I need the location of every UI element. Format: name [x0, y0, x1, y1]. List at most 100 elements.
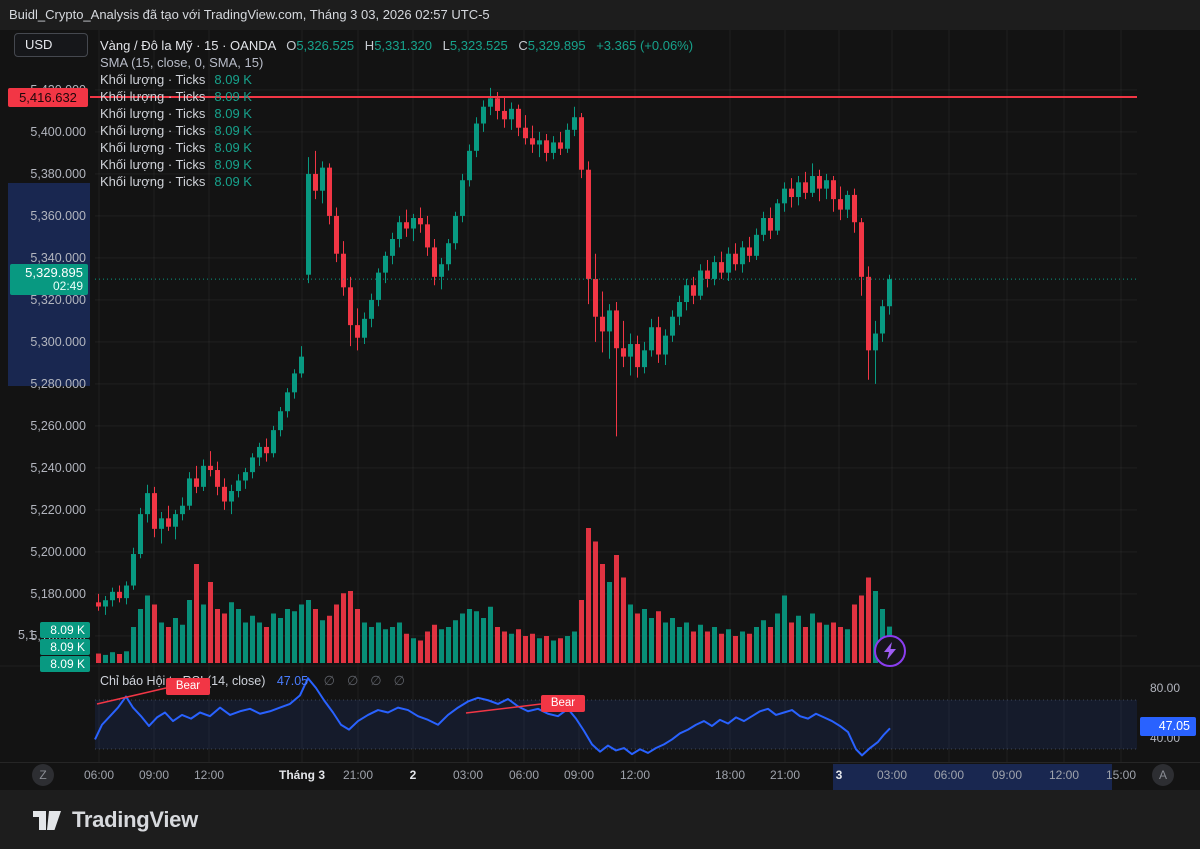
candle-body — [376, 273, 381, 300]
price-axis-label: 5,220.000 — [0, 502, 86, 518]
bear-label[interactable]: Bear — [166, 678, 210, 695]
volume-legend-row[interactable]: Khối lượng · Ticks8.09 K — [100, 122, 693, 139]
volume-legend-row[interactable]: Khối lượng · Ticks8.09 K — [100, 156, 693, 173]
volume-legend-row[interactable]: Khối lượng · Ticks8.09 K — [100, 139, 693, 156]
volume-legend-value: 8.09 K — [214, 106, 252, 121]
candle-body — [824, 180, 829, 188]
symbol-row[interactable]: Vàng / Đô la Mỹ · 15 · OANDA O5,326.525 … — [100, 37, 693, 54]
lightning-icon — [883, 642, 897, 660]
rsi-axis-label-80: 80.00 — [1150, 681, 1180, 695]
tradingview-snapshot: Buidl_Crypto_Analysis đã tạo với Trading… — [0, 0, 1200, 849]
volume-bar — [838, 627, 843, 663]
volume-bar — [439, 629, 444, 663]
time-axis[interactable]: 06:0009:0012:00Tháng 321:00203:0006:0009… — [0, 762, 1200, 789]
candle-body — [817, 176, 822, 189]
volume-bar — [397, 623, 402, 664]
volume-bar — [138, 609, 143, 663]
volume-bar — [404, 634, 409, 663]
volume-bar — [418, 641, 423, 664]
volume-legend-row[interactable]: Khối lượng · Ticks8.09 K — [100, 88, 693, 105]
volume-bar — [866, 578, 871, 664]
candle-body — [747, 247, 752, 255]
auto-scale-button[interactable]: A — [1152, 764, 1174, 786]
volume-legend-label: Khối lượng · Ticks — [100, 174, 205, 189]
volume-bar — [852, 605, 857, 664]
rsi-value: 47.05 — [277, 674, 308, 688]
volume-bar — [292, 611, 297, 663]
rsi-legend-row[interactable]: Chỉ báo Hội tụ RSI (14, close) 47.05 ∅∅∅… — [100, 672, 405, 689]
time-axis-label: 12:00 — [620, 768, 650, 782]
volume-axis-label: 8.09 K — [40, 622, 90, 638]
candle-body — [124, 586, 129, 599]
volume-bar — [516, 629, 521, 663]
volume-bar — [656, 611, 661, 663]
volume-bar — [481, 618, 486, 663]
volume-bar — [740, 632, 745, 664]
candle-body — [880, 306, 885, 333]
volume-bar — [348, 591, 353, 663]
time-axis-label: 09:00 — [992, 768, 1022, 782]
candle-body — [278, 411, 283, 430]
candle-body — [453, 216, 458, 243]
bear-label[interactable]: Bear — [541, 695, 585, 712]
price-axis-label: 5,180.000 — [0, 586, 86, 602]
volume-bar — [159, 623, 164, 664]
volume-bar — [579, 600, 584, 663]
candle-body — [229, 491, 234, 502]
volume-bar — [474, 611, 479, 663]
volume-bar — [229, 602, 234, 663]
candle-body — [593, 279, 598, 317]
candle-body — [775, 203, 780, 230]
candle-body — [383, 256, 388, 273]
time-axis-label: 21:00 — [770, 768, 800, 782]
symbol-title: Vàng / Đô la Mỹ · 15 · OANDA — [100, 38, 276, 53]
volume-bar — [467, 609, 472, 663]
price-axis[interactable]: 5,420.0005,400.0005,380.0005,360.0005,34… — [0, 30, 94, 666]
rsi-current-value-label: 47.05 — [1140, 717, 1196, 736]
volume-bar — [726, 629, 731, 663]
candle-body — [397, 222, 402, 239]
candle-body — [642, 350, 647, 367]
candle-body — [187, 478, 192, 505]
time-axis-label: 12:00 — [1049, 768, 1079, 782]
volume-bar — [558, 638, 563, 663]
candle-body — [607, 310, 612, 331]
open-value: 5,326.525 — [296, 38, 354, 53]
volume-bar — [523, 636, 528, 663]
volume-legend-row[interactable]: Khối lượng · Ticks8.09 K — [100, 71, 693, 88]
candle-body — [614, 310, 619, 348]
volume-bar — [824, 625, 829, 663]
candle-body — [810, 176, 815, 193]
candle-body — [684, 285, 689, 302]
volume-bar — [222, 614, 227, 664]
volume-bar — [530, 634, 535, 663]
volume-bar — [341, 593, 346, 663]
volume-legend-row[interactable]: Khối lượng · Ticks8.09 K — [100, 105, 693, 122]
candle-body — [145, 493, 150, 514]
volume-legend-row[interactable]: Khối lượng · Ticks8.09 K — [100, 173, 693, 190]
rsi-empty-value: ∅ — [370, 673, 381, 688]
sma-legend-row[interactable]: SMA (15, close, 0, SMA, 15) — [100, 54, 693, 71]
candle-body — [208, 466, 213, 470]
time-axis-label: Tháng 3 — [279, 768, 325, 782]
candle-body — [334, 216, 339, 254]
alert-price-label: 5,416.632 — [8, 88, 88, 107]
boost-button[interactable] — [874, 635, 906, 667]
volume-bar — [376, 623, 381, 664]
candle-body — [96, 602, 101, 606]
candle-body — [341, 254, 346, 288]
volume-bar — [495, 627, 500, 663]
volume-bar — [453, 620, 458, 663]
timezone-button[interactable]: Z — [32, 764, 54, 786]
time-axis-label: 03:00 — [453, 768, 483, 782]
volume-bar — [677, 627, 682, 663]
volume-bar — [271, 614, 276, 664]
candle-body — [250, 457, 255, 472]
candle-body — [768, 218, 773, 231]
price-axis-label: 5,280.000 — [0, 376, 86, 392]
candle-body — [138, 514, 143, 554]
volume-bar — [593, 542, 598, 664]
candle-body — [838, 199, 843, 210]
volume-bar — [180, 625, 185, 663]
candle-body — [845, 195, 850, 210]
